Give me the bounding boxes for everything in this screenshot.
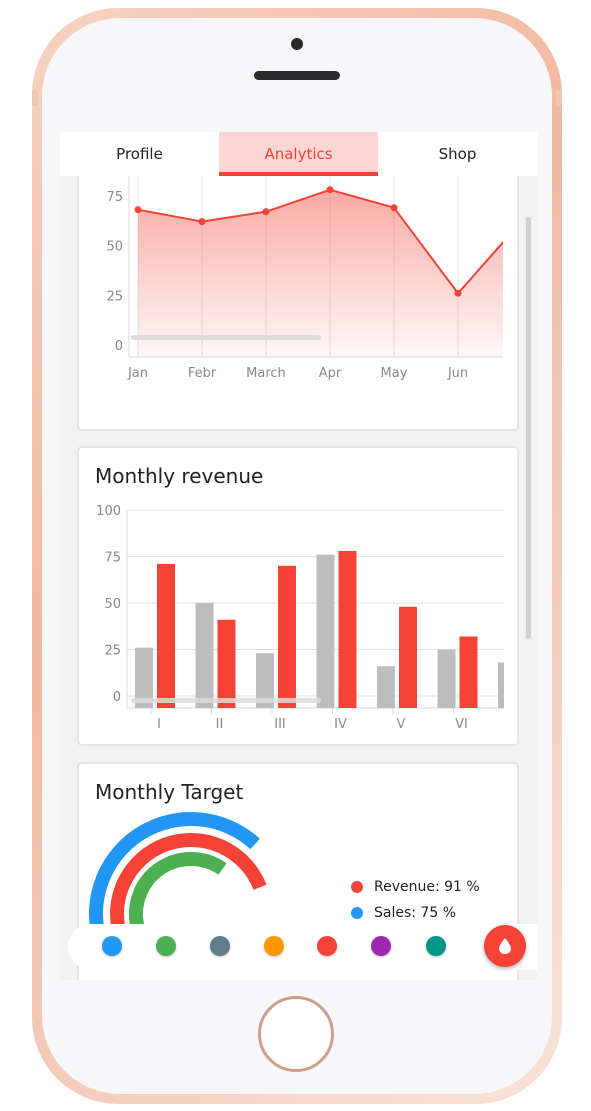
bar-grey [316, 554, 335, 708]
bar-y-tick-label: 50 [104, 597, 121, 612]
area-y-tick-label: 0 [115, 339, 123, 354]
color-picker-bar [68, 924, 537, 970]
bar-x-tick-label: VI [455, 717, 468, 732]
revenue-bar-chart: 1007550250I II III IV V VI [96, 448, 517, 744]
orange-swatch-icon[interactable] [264, 936, 284, 956]
legend-revenue: Revenue: 91 % [351, 879, 480, 895]
tab-shop[interactable]: Shop [378, 132, 537, 176]
area-data-point [262, 208, 270, 216]
area-x-tick-label: March [246, 366, 286, 381]
green-swatch-icon[interactable] [156, 936, 176, 956]
sales-dot-icon [351, 907, 363, 919]
camera [291, 38, 303, 50]
bar-x-tick-label: I [157, 717, 161, 732]
bar-x-tick-label: II [216, 717, 224, 732]
theme-fab-button[interactable] [484, 925, 526, 967]
scrollbar[interactable] [526, 217, 531, 639]
bar-clip-mask [504, 448, 517, 744]
legend-revenue-label: Revenue: 91 % [374, 879, 480, 895]
bar-grey [195, 603, 214, 708]
bar-x-tick-label: V [397, 717, 406, 732]
area-x-tick-label: Jan [127, 366, 148, 381]
bar-y-tick-label: 75 [104, 551, 121, 566]
area-data-point [326, 186, 334, 194]
red-swatch-icon[interactable] [317, 936, 337, 956]
volume-button [32, 90, 38, 106]
area-fill [138, 189, 509, 357]
area-data-point [390, 204, 398, 212]
area-chart-card: 1007550250JanFebrMarchAprMayJun [77, 132, 519, 431]
home-button[interactable] [258, 996, 334, 1072]
bar-grey [377, 666, 395, 708]
speaker [254, 71, 340, 80]
bar-x-tick-label: III [274, 717, 286, 732]
tab-bar: Profile Analytics Shop [60, 132, 537, 176]
app-screen: Profile Analytics Shop 100 75 50 25 0 Jan Febr… [60, 132, 537, 980]
bar-red [459, 636, 478, 708]
bar-grey [437, 649, 456, 708]
area-scroll-handle [131, 335, 321, 340]
area-x-tick-label: Apr [319, 366, 342, 381]
tab-profile[interactable]: Profile [60, 132, 219, 176]
inner-green-arc [129, 852, 227, 936]
area-data-point [134, 206, 142, 214]
area-chart: 1007550250JanFebrMarchAprMayJun [98, 132, 517, 429]
drop-icon [499, 938, 511, 954]
area-x-tick-label: Febr [188, 366, 217, 381]
revenue-dot-icon [351, 881, 363, 893]
area-y-tick-label: 25 [106, 289, 123, 304]
area-x-tick-label: Jun [447, 366, 468, 381]
bar-red [278, 565, 296, 708]
bar-scroll-handle [131, 698, 321, 703]
bar-red [399, 606, 417, 708]
bar-y-tick-label: 100 [96, 504, 121, 519]
bar-red [217, 619, 236, 708]
bar-y-tick-label: 0 [113, 690, 121, 705]
power-button [556, 90, 562, 106]
area-x-tick-label: May [381, 366, 408, 381]
area-data-point [198, 218, 206, 226]
bar-x-tick-label: IV [334, 717, 347, 732]
area-y-tick-label: 50 [106, 240, 123, 255]
legend-sales: Sales: 75 % [351, 905, 456, 921]
legend-sales-label: Sales: 75 % [374, 905, 456, 921]
teal-swatch-icon[interactable] [426, 936, 446, 956]
area-y-tick-label: 75 [106, 190, 123, 205]
blue-swatch-icon[interactable] [102, 936, 122, 956]
blue-grey-swatch-icon[interactable] [210, 936, 230, 956]
purple-swatch-icon[interactable] [371, 936, 391, 956]
revenue-card: Monthly revenue 100 75 50 25 0 I II III IV V VI [77, 446, 519, 746]
area-clip-mask [503, 132, 517, 429]
bar-red [157, 563, 175, 708]
bar-red [338, 550, 357, 708]
tab-analytics[interactable]: Analytics [219, 132, 378, 176]
area-data-point [454, 289, 462, 297]
bar-y-tick-label: 25 [104, 644, 121, 659]
